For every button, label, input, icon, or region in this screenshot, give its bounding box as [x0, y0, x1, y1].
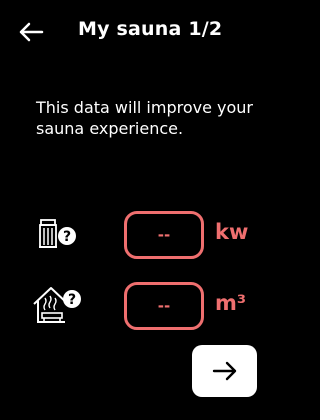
sauna-room-help-icon[interactable]: ? — [31, 284, 81, 324]
header: My sauna 1/2 — [0, 0, 282, 64]
page-title: My sauna 1/2 — [78, 18, 223, 40]
arrow-right-icon — [212, 361, 237, 381]
arrow-left-icon — [19, 22, 44, 42]
sauna-volume-unit: m³ — [215, 291, 247, 315]
back-button[interactable] — [18, 21, 44, 43]
heater-help-icon[interactable]: ? — [36, 218, 82, 258]
svg-text:?: ? — [63, 229, 71, 245]
heater-power-input[interactable]: -- — [124, 211, 204, 259]
svg-text:?: ? — [68, 292, 76, 308]
intro-text: This data will improve your sauna experi… — [36, 98, 253, 138]
sauna-volume-input[interactable]: -- — [124, 282, 204, 330]
next-button[interactable] — [192, 345, 257, 397]
heater-power-unit: kw — [215, 220, 249, 244]
